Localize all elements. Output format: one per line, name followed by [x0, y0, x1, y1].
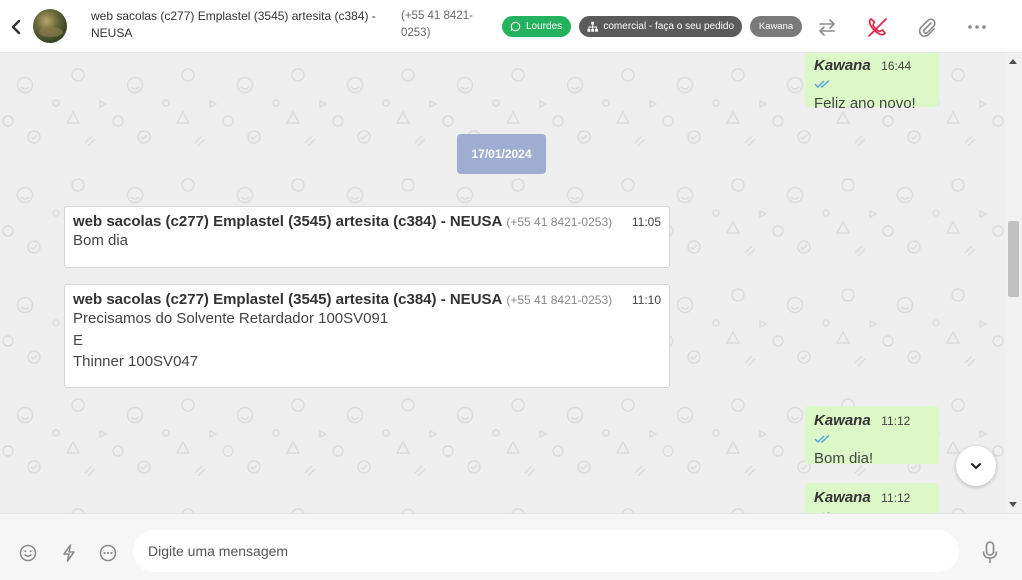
- composer-bar: [0, 513, 1022, 580]
- quick-reply-icon[interactable]: [98, 543, 118, 563]
- message-text-line: E: [73, 331, 84, 349]
- attach-icon[interactable]: [916, 16, 938, 38]
- message-sender: Kawana: [814, 57, 871, 74]
- message-text: Bom dia!: [814, 450, 874, 467]
- scroll-up-arrow-icon[interactable]: [1009, 59, 1017, 64]
- message-bubble-outgoing[interactable]: Kawana 16:44 Feliz ano novo!: [805, 53, 939, 112]
- message-time: 11:12: [881, 491, 911, 505]
- read-receipt-icon: [814, 79, 830, 88]
- more-icon[interactable]: [966, 16, 988, 38]
- read-receipt-icon: [814, 434, 830, 443]
- transfer-icon[interactable]: [816, 16, 838, 38]
- chat-header: web sacolas (c277) Emplastel (3545) arte…: [0, 0, 1022, 53]
- message-text: Feliz ano novo!: [814, 95, 916, 112]
- user-tag[interactable]: Kawana: [750, 16, 802, 37]
- scroll-down-arrow-icon[interactable]: [1009, 502, 1017, 507]
- message-bubble-outgoing[interactable]: Kawana 11:12: [805, 483, 939, 513]
- message-text: Bom dia: [73, 232, 129, 249]
- back-icon[interactable]: [9, 17, 23, 37]
- message-sender-phone: (+55 41 8421-0253): [506, 293, 613, 307]
- message-sender: Kawana: [814, 412, 871, 429]
- end-call-icon[interactable]: [866, 16, 888, 38]
- message-time: 16:44: [881, 59, 912, 73]
- department-tag[interactable]: comercial - faça o seu pedido: [579, 16, 742, 37]
- message-text-line: Precisamos do Solvente Retardador 100SV0…: [73, 310, 389, 327]
- chat-scrollbar[interactable]: [1005, 53, 1022, 513]
- chat-area: Kawana 16:44 Feliz ano novo! 17/01/2024 …: [0, 53, 1005, 513]
- message-time: 11:12: [881, 414, 911, 428]
- contact-phone: (+55 41 8421-0253): [401, 10, 473, 39]
- department-tag-label: comercial - faça o seu pedido: [603, 21, 734, 32]
- avatar[interactable]: [33, 9, 67, 43]
- message-text-line: Thinner 100SV047: [73, 353, 199, 370]
- message-time: 11:10: [631, 293, 661, 307]
- message-sender: Kawana: [814, 489, 871, 506]
- emoji-icon[interactable]: [18, 543, 38, 563]
- date-separator: 17/01/2024: [457, 134, 546, 174]
- scrollbar-thumb[interactable]: [1008, 221, 1019, 297]
- contact-name[interactable]: web sacolas (c277) Emplastel (3545) arte…: [91, 8, 396, 42]
- lightning-icon[interactable]: [59, 543, 79, 563]
- message-time: 11:05: [631, 215, 661, 229]
- message-bubble-incoming[interactable]: web sacolas (c277) Emplastel (3545) arte…: [64, 284, 670, 388]
- agent-tag[interactable]: Lourdes: [502, 16, 571, 37]
- message-sender: web sacolas (c277) Emplastel (3545) arte…: [73, 291, 503, 308]
- message-bubble-outgoing[interactable]: Kawana 11:12 Bom dia!: [805, 406, 939, 467]
- whatsapp-icon: [510, 21, 521, 32]
- chevron-down-icon: [971, 463, 981, 469]
- message-input[interactable]: [133, 530, 959, 572]
- message-sender: web sacolas (c277) Emplastel (3545) arte…: [73, 213, 503, 230]
- scroll-to-bottom-button[interactable]: [956, 446, 996, 486]
- message-sender-phone: (+55 41 8421-0253): [506, 215, 613, 229]
- agent-tag-label: Lourdes: [526, 21, 563, 32]
- microphone-icon[interactable]: [980, 540, 1000, 566]
- message-bubble-incoming[interactable]: web sacolas (c277) Emplastel (3545) arte…: [64, 206, 670, 268]
- sitemap-icon: [587, 21, 598, 32]
